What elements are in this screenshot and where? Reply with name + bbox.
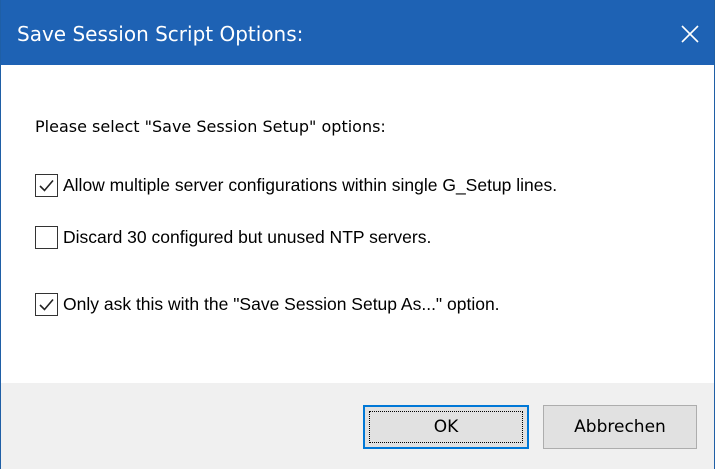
checkmark-icon (39, 298, 54, 311)
cancel-button[interactable]: Abbrechen (543, 405, 697, 449)
option-label: Discard 30 configured but unused NTP ser… (63, 227, 432, 247)
checkbox-only-ask-save-as[interactable] (35, 293, 58, 316)
option-only-ask-save-as[interactable]: Only ask this with the "Save Session Set… (35, 293, 500, 316)
close-button[interactable] (670, 12, 710, 56)
focus-ring (369, 411, 523, 443)
checkmark-icon (39, 179, 54, 192)
option-label: Only ask this with the "Save Session Set… (63, 294, 500, 314)
checkbox-allow-multiple-configs[interactable] (35, 174, 58, 197)
prompt-text: Please select "Save Session Setup" optio… (35, 117, 386, 136)
option-discard-unused-ntp[interactable]: Discard 30 configured but unused NTP ser… (35, 226, 431, 249)
dialog-content: Please select "Save Session Setup" optio… (1, 65, 714, 383)
close-icon (681, 25, 699, 43)
option-allow-multiple-configs[interactable]: Allow multiple server configurations wit… (35, 174, 557, 197)
window-title: Save Session Script Options: (17, 22, 304, 46)
save-session-options-dialog: Save Session Script Options: Please sele… (0, 0, 715, 469)
checkbox-discard-unused-ntp[interactable] (35, 226, 58, 249)
cancel-button-label: Abbrechen (574, 417, 666, 437)
ok-button[interactable]: OK (363, 405, 529, 449)
title-bar: Save Session Script Options: (1, 0, 714, 65)
option-label: Allow multiple server configurations wit… (63, 175, 558, 195)
button-bar: OK Abbrechen (1, 383, 714, 469)
